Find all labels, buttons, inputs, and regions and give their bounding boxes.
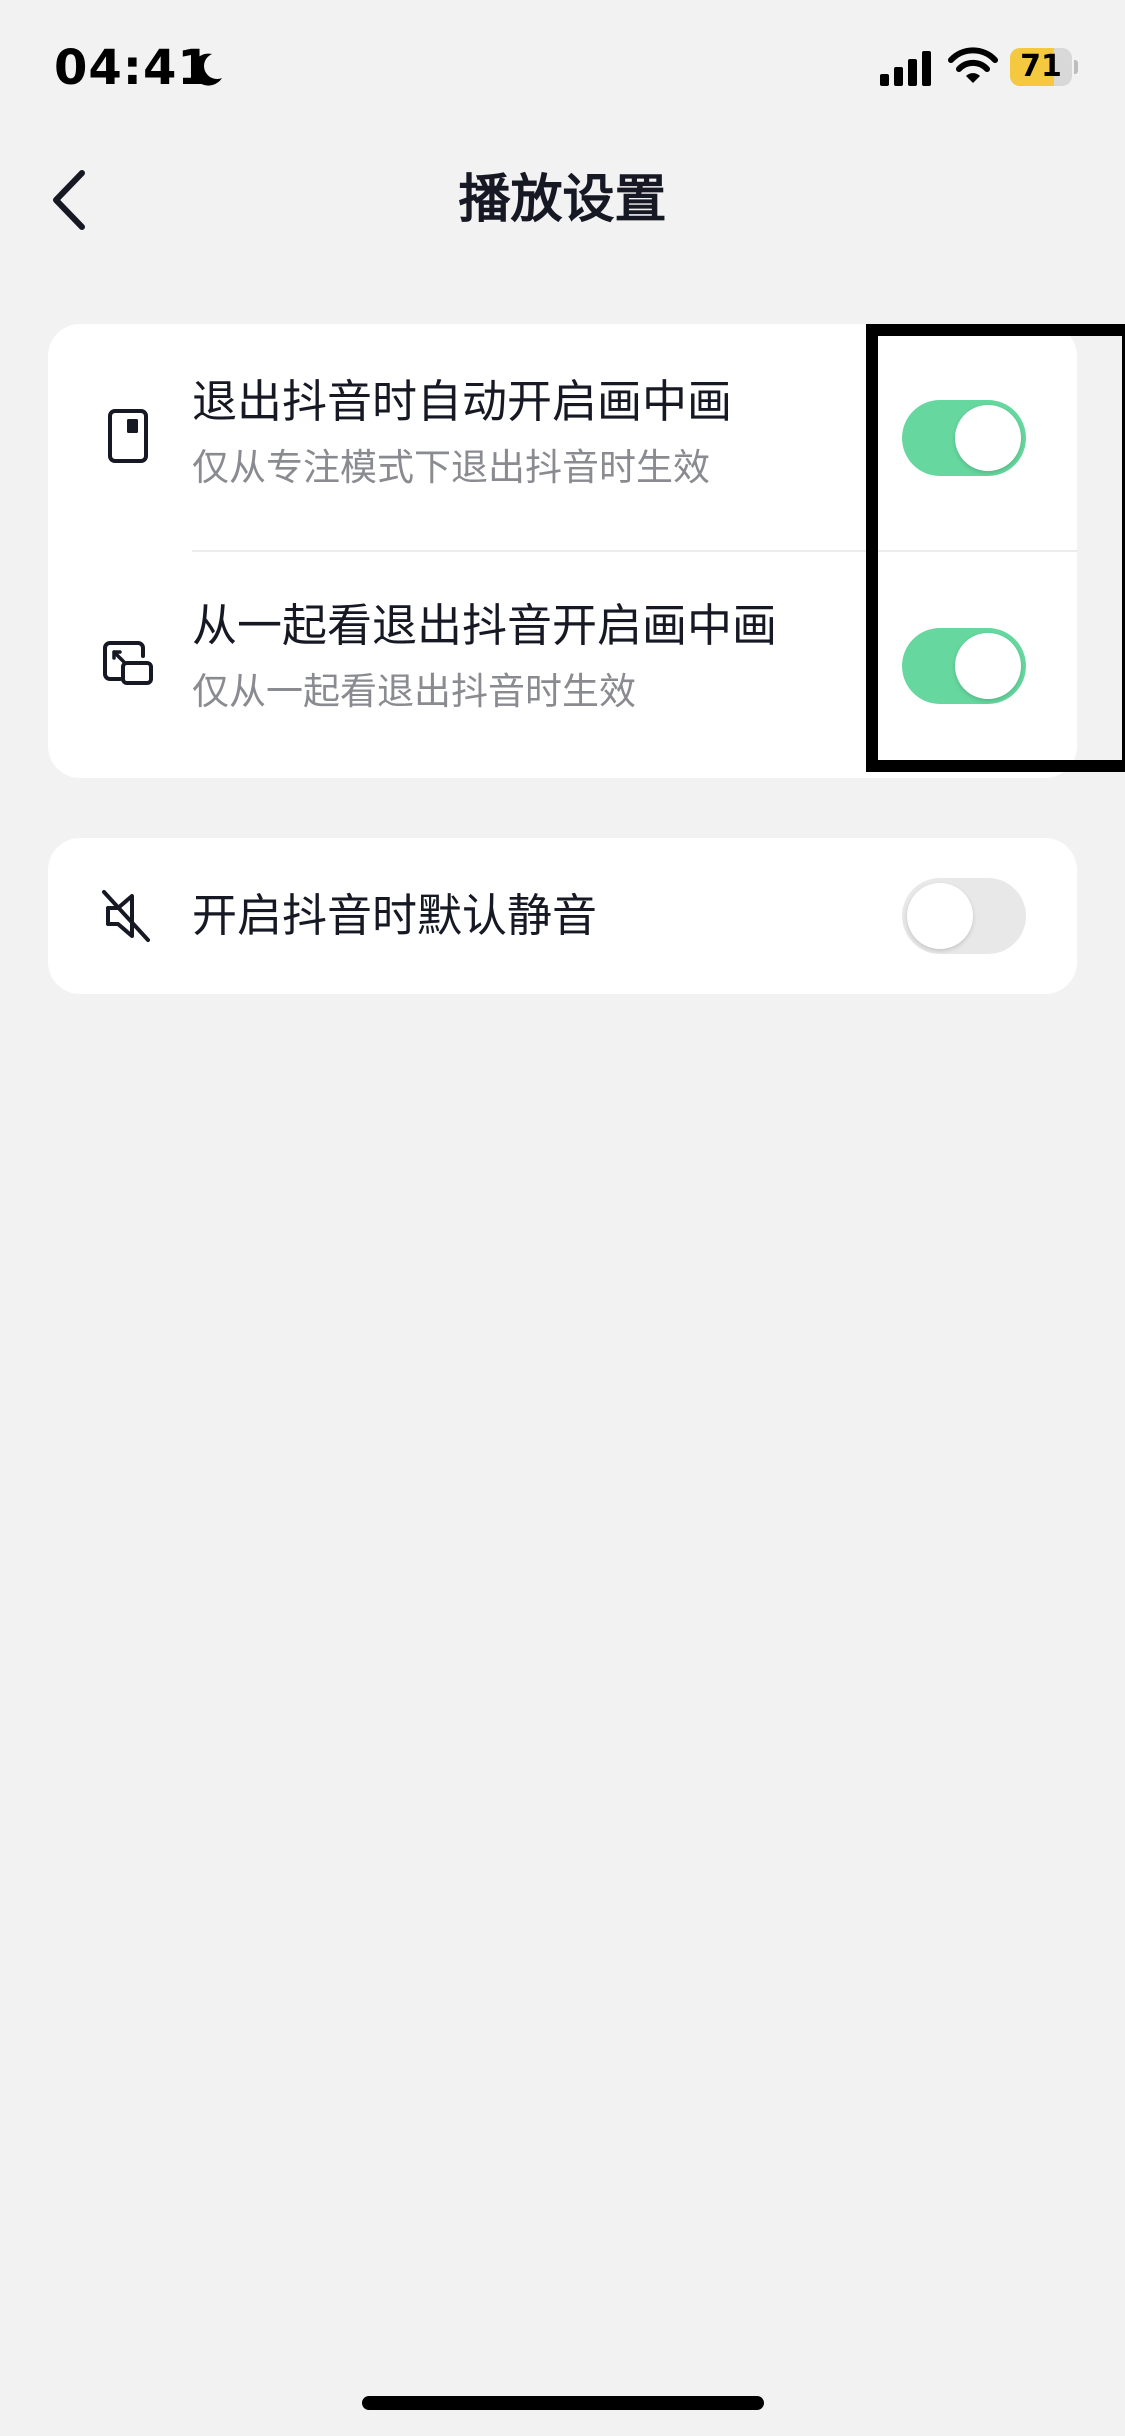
setting-row-together-pip: 从一起看退出抖音开启画中画 仅从一起看退出抖音时生效 — [48, 552, 1077, 778]
pip-window-icon — [103, 641, 153, 685]
setting-title: 退出抖音时自动开启画中画 — [192, 375, 733, 428]
setting-subtitle: 仅从一起看退出抖音时生效 — [192, 670, 636, 713]
toggle-knob — [955, 405, 1021, 471]
toggle-knob — [955, 633, 1021, 699]
moon-icon — [192, 53, 222, 86]
home-indicator — [362, 2396, 764, 2410]
mute-settings-card: 开启抖音时默认静音 — [48, 838, 1077, 994]
pip-phone-icon — [108, 409, 148, 463]
together-pip-toggle[interactable] — [902, 628, 1026, 704]
setting-title: 开启抖音时默认静音 — [192, 889, 598, 942]
default-mute-toggle[interactable] — [902, 878, 1026, 954]
setting-title: 从一起看退出抖音开启画中画 — [192, 599, 778, 652]
auto-pip-toggle[interactable] — [902, 400, 1026, 476]
wifi-icon — [948, 47, 998, 83]
setting-subtitle: 仅从专注模式下退出抖音时生效 — [192, 446, 710, 489]
status-bar: 04:41 71 — [0, 0, 1125, 140]
battery-icon: 71 — [1010, 48, 1078, 86]
battery-level: 71 — [1020, 49, 1062, 84]
mute-speaker-icon — [102, 890, 150, 942]
signal-icon — [880, 51, 931, 86]
pip-settings-card: 退出抖音时自动开启画中画 仅从专注模式下退出抖音时生效 从一起看退出抖音开启画中… — [48, 324, 1077, 778]
setting-row-auto-pip: 退出抖音时自动开启画中画 仅从专注模式下退出抖音时生效 — [48, 324, 1077, 550]
toggle-knob — [907, 883, 973, 949]
setting-row-default-mute: 开启抖音时默认静音 — [48, 838, 1077, 994]
page-title: 播放设置 — [458, 170, 667, 230]
